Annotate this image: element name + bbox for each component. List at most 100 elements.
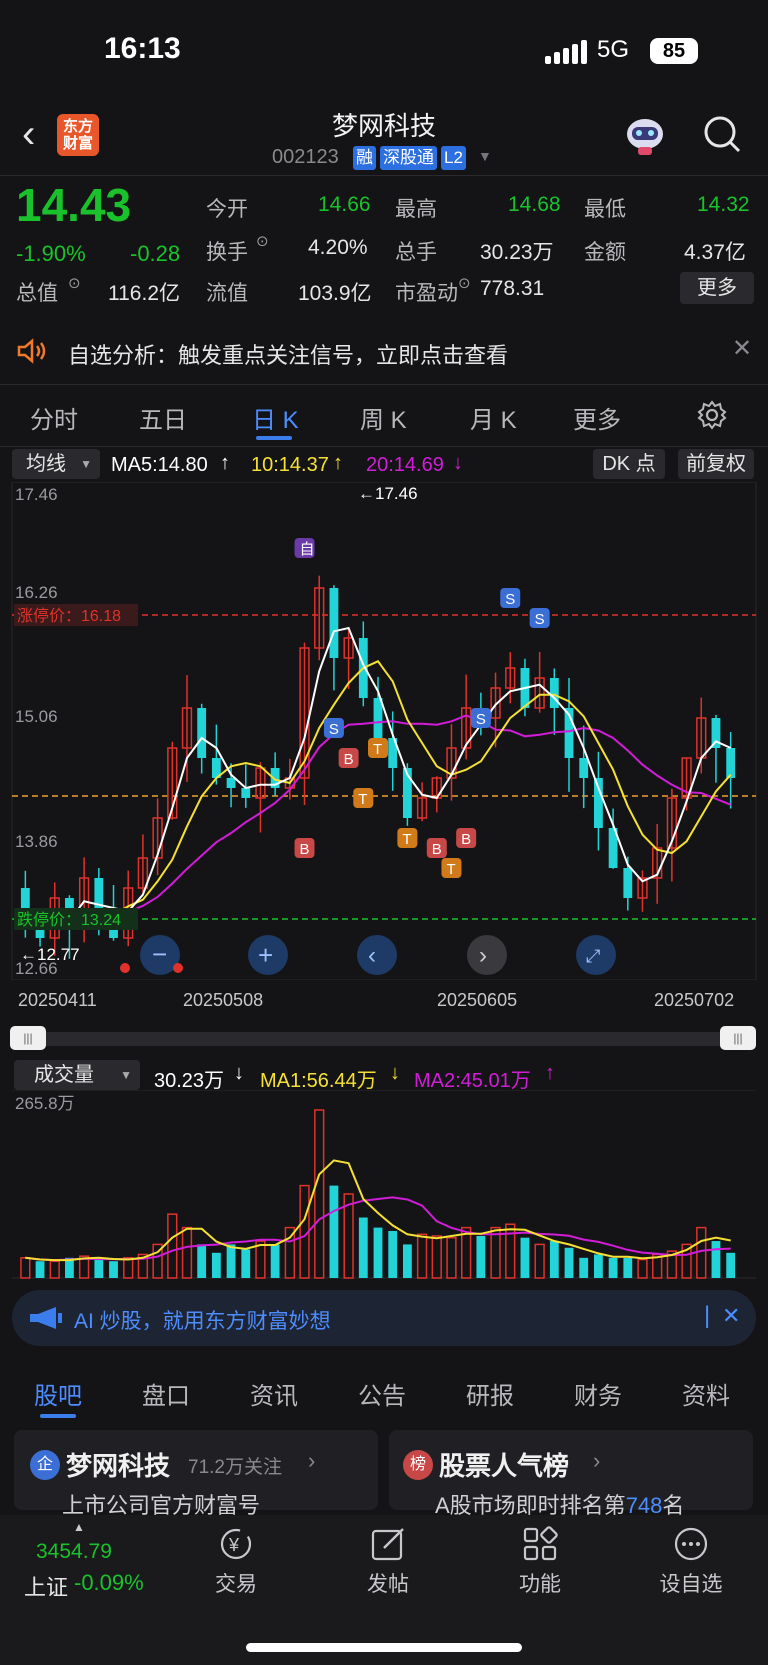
candle	[726, 748, 736, 778]
volume-bar	[476, 1236, 486, 1278]
divider	[0, 384, 768, 385]
high-marker: ←17.46	[358, 484, 418, 503]
volume-bar	[623, 1257, 633, 1278]
tab-five-day[interactable]: 五日	[139, 400, 187, 435]
dk-point-button[interactable]: DK 点	[593, 449, 665, 479]
signal-mark-label: T	[358, 791, 367, 808]
info-icon[interactable]: ⊙	[256, 232, 269, 250]
volume-bar	[579, 1257, 589, 1278]
tab-intraday[interactable]: 分时	[30, 400, 78, 435]
tab-daily-k[interactable]: 日 K	[252, 400, 299, 435]
volume-bar	[358, 1217, 368, 1278]
speaker-icon	[17, 338, 46, 364]
volume-chart[interactable]: 265.8万	[0, 1090, 768, 1280]
volume-bar	[314, 1109, 325, 1279]
candle	[549, 678, 559, 708]
tab-finance[interactable]: 财务	[574, 1376, 622, 1411]
page-dot	[173, 963, 183, 973]
close-icon[interactable]: ✕	[722, 1303, 740, 1329]
scroll-left-button[interactable]	[357, 935, 397, 975]
chevron-down-icon: ▼	[80, 457, 92, 471]
range-handle-left[interactable]: |||	[10, 1026, 46, 1050]
tab-news[interactable]: 资讯	[250, 1376, 298, 1411]
chevron-left-icon: ‹	[368, 942, 376, 969]
stock-code: 002123	[272, 146, 339, 168]
tag-l2: L2	[441, 146, 466, 170]
active-tab-indicator	[256, 436, 292, 440]
nav-trade[interactable]: 交易	[186, 1568, 286, 1598]
volume-bar	[270, 1244, 280, 1278]
volume-bar	[534, 1243, 545, 1279]
info-icon[interactable]: ⊙	[68, 274, 81, 292]
robot-assistant-icon[interactable]	[622, 114, 668, 156]
index-value[interactable]: 3454.79	[36, 1540, 112, 1564]
signal-notice[interactable]: 自选分析：触发重点关注信号，立即点击查看 ✕	[0, 318, 768, 384]
ma10-up-arrow-icon: ↑	[333, 452, 343, 474]
ma20-down-arrow-icon: ↓	[453, 452, 463, 474]
volume-bar	[726, 1252, 736, 1278]
status-time: 16:13	[104, 32, 181, 65]
more-button[interactable]: 更多	[680, 272, 754, 304]
volume-bar	[416, 1233, 428, 1279]
tab-profile[interactable]: 资料	[682, 1376, 730, 1411]
apps-grid-icon[interactable]	[522, 1526, 558, 1562]
volume-bar	[49, 1260, 60, 1279]
nav-add-watchlist[interactable]: 设自选	[641, 1568, 741, 1598]
trade-icon[interactable]: ¥	[216, 1526, 256, 1562]
company-card[interactable]: 企 梦网科技 71.2万关注 › 上市公司官方财富号	[14, 1430, 378, 1518]
svg-text:¥: ¥	[228, 1535, 240, 1555]
volume-indicator-select[interactable]: 成交量 ▼	[14, 1060, 140, 1090]
tab-more[interactable]: 更多	[573, 400, 621, 435]
volume-bar	[520, 1237, 530, 1278]
ranking-icon: 榜	[403, 1450, 433, 1480]
tab-monthly-k[interactable]: 月 K	[470, 400, 517, 435]
nav-post[interactable]: 发帖	[338, 1568, 438, 1598]
pe-label: 市盈动	[395, 282, 458, 305]
index-name[interactable]: 上证	[24, 1570, 68, 1602]
info-icon[interactable]: ⊙	[458, 274, 471, 292]
candle	[623, 868, 633, 898]
chevron-down-icon: ▼	[120, 1068, 132, 1082]
index-change[interactable]: -0.09%	[74, 1570, 144, 1596]
search-icon[interactable]	[702, 114, 742, 154]
tab-pankou[interactable]: 盘口	[142, 1376, 190, 1411]
home-indicator	[246, 1643, 522, 1652]
company-card-title: 梦网科技	[66, 1451, 171, 1481]
low-marker: ←12.77	[20, 945, 80, 964]
nav-functions[interactable]: 功能	[490, 1568, 590, 1598]
network-type: 5G	[597, 36, 630, 63]
volume-bar	[564, 1247, 574, 1278]
volume-bar	[123, 1257, 134, 1279]
range-handle-right[interactable]: |||	[720, 1026, 756, 1050]
pe-value: 778.31	[480, 277, 545, 300]
signal-mark-label: T	[402, 831, 411, 848]
volume-axis-label: 265.8万	[15, 1094, 75, 1113]
signal-mark-label: S	[476, 711, 486, 728]
close-icon[interactable]: ✕	[732, 334, 752, 363]
range-scrollbar[interactable]	[12, 1032, 756, 1046]
indicator-select[interactable]: 均线 ▼	[12, 449, 100, 479]
chevron-down-icon[interactable]: ▼	[478, 148, 492, 164]
signal-icon	[545, 40, 587, 64]
ai-banner[interactable]: AI 炒股，就用东方财富妙想 | ✕	[12, 1290, 756, 1346]
tab-weekly-k[interactable]: 周 K	[360, 400, 407, 435]
compose-icon[interactable]	[370, 1526, 408, 1562]
volume-bar	[388, 1230, 398, 1278]
more-dots-icon[interactable]	[672, 1526, 710, 1562]
ma20-label: 20:14.69	[366, 454, 444, 476]
tab-announcements[interactable]: 公告	[358, 1376, 406, 1411]
plus-icon: +	[258, 940, 273, 970]
volume-down-arrow-icon: ↓	[234, 1062, 244, 1084]
popularity-card[interactable]: 榜 股票人气榜 › A股市场即时排名第748名	[389, 1430, 753, 1518]
divider: |	[704, 1302, 711, 1329]
tab-guba[interactable]: 股吧	[34, 1376, 82, 1411]
ma5-label: MA5:14.80	[111, 454, 208, 476]
caret-up-icon: ▲	[73, 1520, 85, 1534]
tab-research[interactable]: 研报	[466, 1376, 514, 1411]
adjust-button[interactable]: 前复权	[678, 449, 754, 479]
chevron-right-icon: ›	[593, 1448, 601, 1473]
volume-bar	[226, 1244, 236, 1278]
settings-gear-icon[interactable]	[697, 400, 727, 430]
scroll-right-button[interactable]	[467, 935, 507, 975]
kline-chart[interactable]: 自BSBTTTBTBSSS 17.46 16.26 15.06 13.86 12…	[0, 482, 768, 980]
